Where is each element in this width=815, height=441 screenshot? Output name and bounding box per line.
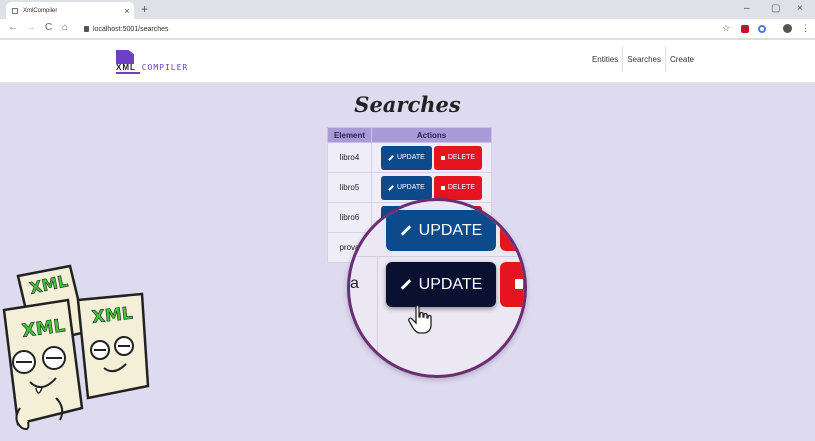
nav-create[interactable]: Create [666,47,698,72]
nav-entities[interactable]: Entities [588,47,624,72]
magnified-update-button-hover[interactable]: UPDATE [386,262,496,307]
star-icon[interactable]: ☆ [722,23,730,34]
pencil-icon [400,279,411,290]
column-header-actions: Actions [371,127,492,143]
back-icon[interactable]: ← [8,22,18,33]
restore-icon[interactable]: ▢ [771,3,780,14]
extension-shield-icon[interactable] [741,25,749,33]
magnified-delete-button[interactable] [500,210,524,251]
lock-icon [84,26,89,32]
update-label: UPDATE [396,154,425,161]
magnified-update-button[interactable]: UPDATE [386,210,496,251]
pencil-icon [388,184,394,191]
address-bar[interactable]: localhost:5001/searches [84,22,704,36]
magnified-update-label: UPDATE [418,221,483,239]
logo-document-icon [116,50,134,64]
update-label: UPDATE [396,184,425,191]
pencil-icon [388,154,394,161]
trash-icon [515,279,523,289]
forward-icon[interactable]: → [26,22,36,33]
extension-audio-icon[interactable] [758,25,766,33]
table-row: libro4 UPDATE DELETE [327,142,492,173]
mascot-right: XML [76,292,150,400]
favicon-icon [12,7,18,14]
trash-icon [440,155,445,160]
app-header: XML COMPILER Entities Searches Create [0,40,815,83]
xml-mascots-illustration: XML XML XML [2,264,150,431]
browser-toolbar: ← → C ⌂ localhost:5001/searches ☆ ⋮ [0,19,815,39]
browser-tab-bar: XmlCompiler × + – ▢ × [0,0,815,19]
browser-tab[interactable]: XmlCompiler × [6,2,134,19]
element-cell: libro4 [327,142,372,173]
element-cell: libro5 [327,172,372,203]
actions-cell: UPDATE DELETE [371,142,492,173]
nav-searches[interactable]: Searches [623,47,666,72]
reload-icon[interactable]: C [45,22,52,33]
mascot-front: XML [2,298,84,431]
magnified-element-text: a [350,275,359,292]
magnifier-overlay: UPDATE a UPDATE [347,198,527,378]
new-tab-icon[interactable]: + [141,2,148,16]
hand-cursor-icon [408,305,432,334]
delete-label: DELETE [447,184,476,191]
main-nav: Entities Searches Create [588,47,698,72]
table-row: libro5 UPDATE DELETE [327,172,492,203]
url-text: localhost:5001/searches [93,25,169,33]
table-header-row: Element Actions [327,127,492,143]
close-window-icon[interactable]: × [797,3,803,14]
column-header-element: Element [327,127,372,143]
minimize-icon[interactable]: – [744,3,750,14]
menu-icon[interactable]: ⋮ [801,23,810,34]
xml-compiler-logo[interactable]: XML COMPILER [116,50,191,74]
logo-compiler: COMPILER [135,63,189,72]
logo-xml: XML [116,63,136,72]
trash-icon [440,185,445,190]
tab-title: XmlCompiler [23,7,58,14]
pencil-icon [400,225,411,236]
delete-button[interactable]: DELETE [433,175,483,200]
delete-button[interactable]: DELETE [433,145,483,170]
profile-icon[interactable] [783,24,792,33]
tab-close-icon[interactable]: × [120,6,134,16]
element-cell: libro6 [327,202,372,233]
magnified-column-border [377,256,378,375]
magnified-update-label: UPDATE [418,275,483,293]
delete-label: DELETE [447,154,476,161]
logo-underline [116,72,140,74]
update-button[interactable]: UPDATE [380,145,432,170]
update-button[interactable]: UPDATE [380,175,432,200]
logo-text: XML COMPILER [116,63,188,72]
home-icon[interactable]: ⌂ [62,22,68,33]
page-title: Searches [354,92,461,117]
mascot-label: XML [91,304,134,328]
